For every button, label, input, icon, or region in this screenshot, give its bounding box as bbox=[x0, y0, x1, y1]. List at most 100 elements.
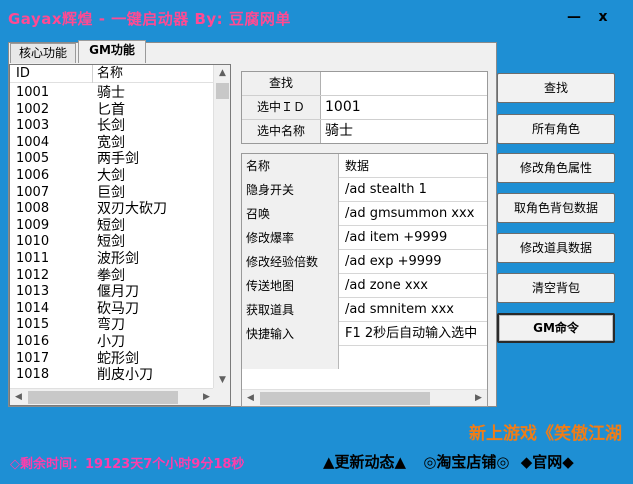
list-item-name: 骑士 bbox=[97, 85, 125, 101]
selected-id-label: 选中ＩＤ bbox=[242, 96, 321, 119]
find-button[interactable]: 查找 bbox=[497, 73, 615, 103]
grid-row[interactable]: 修改爆率/ad item +9999 bbox=[242, 226, 487, 250]
minimize-button[interactable]: — bbox=[563, 8, 585, 26]
list-item[interactable]: 1014 砍马刀 bbox=[10, 301, 215, 318]
list-item[interactable]: 1004 宽剑 bbox=[10, 135, 215, 152]
list-item[interactable]: 1003 长剑 bbox=[10, 118, 215, 135]
list-item[interactable]: 1007 巨剑 bbox=[10, 185, 215, 202]
search-input[interactable] bbox=[325, 72, 485, 95]
list-item-id: 1013 bbox=[16, 284, 50, 300]
grid-row-name: 修改经验倍数 bbox=[242, 250, 339, 274]
selected-name-field[interactable]: 骑士 bbox=[325, 120, 353, 143]
grid-row-name: 传送地图 bbox=[242, 274, 339, 298]
list-item-id: 1003 bbox=[16, 118, 50, 134]
list-item-id: 1016 bbox=[16, 334, 50, 349]
list-item[interactable]: 1010 短剑 bbox=[10, 234, 215, 251]
list-item[interactable]: 1011 波形剑 bbox=[10, 251, 215, 268]
column-header-id[interactable]: ID bbox=[16, 65, 30, 83]
grid-header: 名称 数据 bbox=[242, 154, 487, 178]
list-item[interactable]: 1006 大剑 bbox=[10, 168, 215, 185]
list-item-name: 短剑 bbox=[97, 217, 125, 234]
list-item[interactable]: 1001 骑士 bbox=[10, 85, 215, 102]
list-item-name: 大剑 bbox=[97, 168, 125, 184]
grid-row-data[interactable]: /ad gmsummon xxx bbox=[345, 202, 474, 226]
scroll-up-icon[interactable]: ▲ bbox=[214, 65, 230, 82]
list-item-name: 双刃大砍刀 bbox=[97, 201, 167, 218]
list-item[interactable]: 1008 双刃大砍刀 bbox=[10, 201, 215, 218]
grid-row-data[interactable]: /ad exp +9999 bbox=[345, 250, 442, 274]
scroll-left-icon[interactable]: ◀ bbox=[10, 389, 27, 405]
column-header-name[interactable]: 名称 bbox=[97, 65, 123, 83]
scroll-thumb[interactable] bbox=[216, 83, 229, 99]
list-item-name: 长剑 bbox=[97, 118, 125, 135]
grid-row[interactable]: 传送地图/ad zone xxx bbox=[242, 274, 487, 298]
list-item-id: 1017 bbox=[16, 350, 50, 366]
grid-row[interactable]: 修改经验倍数/ad exp +9999 bbox=[242, 250, 487, 274]
edit-item-data-button[interactable]: 修改道具数据 bbox=[497, 233, 615, 263]
grid-row-name: 隐身开关 bbox=[242, 178, 339, 202]
list-item-name: 短剑 bbox=[97, 234, 125, 251]
grid-row[interactable]: 获取道具/ad smnitem xxx bbox=[242, 298, 487, 322]
list-horizontal-scrollbar[interactable]: ◀ ▶ bbox=[10, 388, 215, 405]
update-news-link[interactable]: ▲更新动态▲ bbox=[323, 453, 406, 471]
close-button[interactable]: x bbox=[592, 8, 614, 26]
list-item-id: 1014 bbox=[16, 300, 50, 316]
grid-row-data[interactable]: /ad stealth 1 bbox=[345, 178, 427, 202]
list-item-name: 拳剑 bbox=[97, 267, 125, 284]
grid-row[interactable]: 隐身开关/ad stealth 1 bbox=[242, 178, 487, 202]
list-vertical-scrollbar[interactable]: ▲ ▼ bbox=[213, 65, 230, 389]
grid-row-data[interactable]: F1 2秒后自动输入选中 bbox=[345, 322, 477, 346]
search-label: 查找 bbox=[242, 72, 321, 95]
tab-gm-functions[interactable]: GM功能 bbox=[78, 40, 146, 63]
scroll-thumb[interactable] bbox=[260, 392, 430, 405]
get-inventory-data-button[interactable]: 取角色背包数据 bbox=[497, 193, 615, 223]
list-item-name: 弯刀 bbox=[97, 317, 125, 334]
grid-row-name: 召唤 bbox=[242, 202, 339, 226]
list-item[interactable]: 1017 蛇形剑 bbox=[10, 351, 215, 368]
grid-row-data[interactable]: /ad item +9999 bbox=[345, 226, 447, 250]
grid-row-data[interactable]: /ad zone xxx bbox=[345, 274, 428, 298]
grid-row[interactable]: 快捷输入 F1 2秒后自动输入选中 bbox=[242, 322, 487, 346]
scroll-corner bbox=[213, 388, 230, 405]
gm-command-button[interactable]: GM命令 bbox=[497, 313, 615, 343]
grid-row-data[interactable]: /ad smnitem xxx bbox=[345, 298, 454, 322]
list-item[interactable]: 1018 削皮小刀 bbox=[10, 367, 215, 384]
column-divider[interactable] bbox=[92, 65, 93, 83]
list-item-name: 波形剑 bbox=[97, 251, 139, 267]
list-item[interactable]: 1002 匕首 bbox=[10, 102, 215, 119]
scroll-left-icon[interactable]: ◀ bbox=[242, 390, 259, 406]
taobao-shop-link[interactable]: ◎淘宝店铺◎ bbox=[423, 453, 509, 471]
list-item[interactable]: 1013 偃月刀 bbox=[10, 284, 215, 301]
tab-core-functions[interactable]: 核心功能 bbox=[10, 43, 76, 63]
list-item-id: 1010 bbox=[16, 234, 50, 250]
list-item-name: 小刀 bbox=[97, 334, 125, 350]
grid-row-name: 快捷输入 bbox=[242, 322, 339, 346]
scroll-right-icon[interactable]: ▶ bbox=[470, 390, 487, 406]
clear-inventory-button[interactable]: 清空背包 bbox=[497, 273, 615, 303]
all-characters-button[interactable]: 所有角色 bbox=[497, 114, 615, 144]
list-item[interactable]: 1009 短剑 bbox=[10, 218, 215, 235]
scroll-down-icon[interactable]: ▼ bbox=[214, 372, 230, 389]
window-title: Gayax辉煌 - 一键启动器 By: 豆腐网单 bbox=[8, 10, 291, 28]
official-site-link[interactable]: ◆官网◆ bbox=[521, 453, 574, 471]
list-item[interactable]: 1016 小刀 bbox=[10, 334, 215, 351]
edit-character-attributes-button[interactable]: 修改角色属性 bbox=[497, 153, 615, 183]
scroll-thumb[interactable] bbox=[28, 391, 178, 404]
grid-empty-row[interactable] bbox=[242, 346, 487, 369]
grid-horizontal-scrollbar[interactable]: ◀ ▶ bbox=[242, 389, 487, 406]
item-list[interactable]: ID 名称 1001 骑士 1002 匕首 1003 长剑 1004 宽剑 1005 两手剑 100… bbox=[9, 64, 231, 406]
list-item-id: 1008 bbox=[16, 201, 50, 217]
gm-command-grid[interactable]: 名称 数据 隐身开关/ad stealth 1 召唤/ad gmsummon xx… bbox=[241, 153, 488, 407]
list-item-name: 削皮小刀 bbox=[97, 367, 153, 384]
footer-links: ▲更新动态▲ ◎淘宝店铺◎ ◆官网◆ bbox=[323, 451, 574, 472]
tab-label: 核心功能 bbox=[18, 46, 67, 60]
list-item-id: 1001 bbox=[16, 85, 50, 100]
list-item[interactable]: 1005 两手剑 bbox=[10, 151, 215, 168]
grid-empty-cell[interactable] bbox=[242, 346, 339, 369]
selected-name-label: 选中名称 bbox=[242, 120, 321, 143]
list-item[interactable]: 1012 拳剑 bbox=[10, 268, 215, 285]
selected-id-row: 选中ＩＤ 1001 bbox=[242, 96, 487, 120]
grid-row[interactable]: 召唤/ad gmsummon xxx bbox=[242, 202, 487, 226]
selected-id-field[interactable]: 1001 bbox=[325, 96, 361, 119]
list-item[interactable]: 1015 弯刀 bbox=[10, 317, 215, 334]
